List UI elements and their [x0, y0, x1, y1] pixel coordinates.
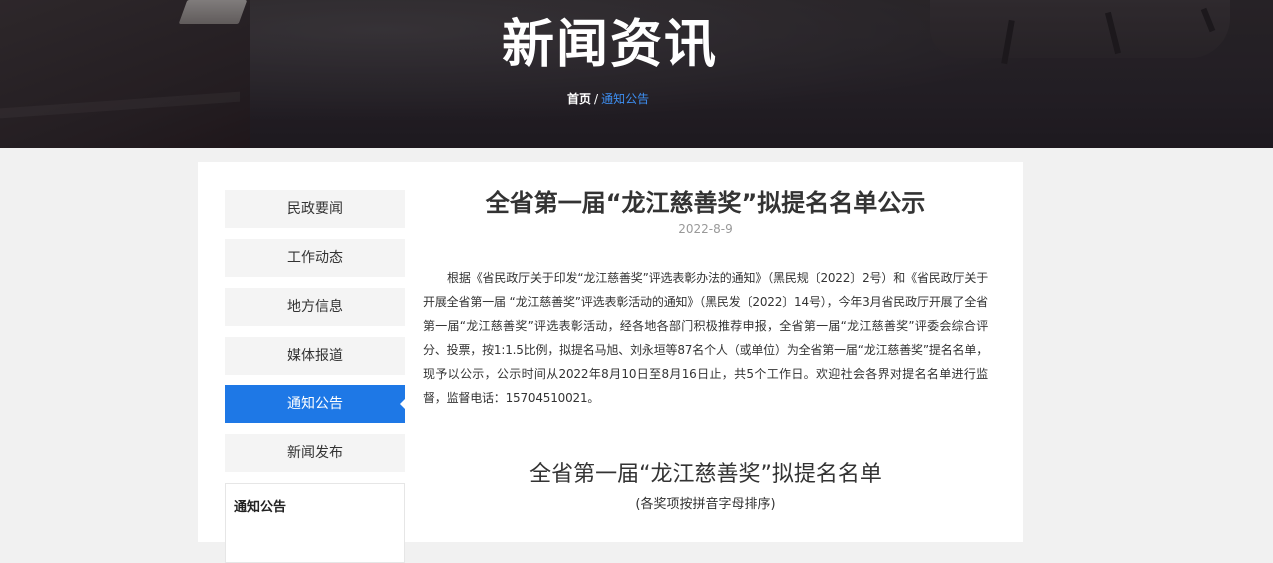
content-container: 民政要闻 工作动态 地方信息 媒体报道 通知公告 新闻发布 通知公告 全省第一届… — [198, 162, 1023, 563]
sidebar-box-title: 通知公告 — [234, 500, 287, 515]
article-date: 2022-8-9 — [678, 222, 733, 236]
breadcrumb-home-link[interactable]: 首页 — [567, 92, 591, 106]
nominee-list-note: (各奖项按拼音字母排序) — [635, 497, 776, 512]
breadcrumb: 首页 / 通知公告 — [567, 91, 649, 107]
sidebar-item-work-updates[interactable]: 工作动态 — [225, 239, 405, 277]
sidebar-notices-box: 通知公告 — [225, 483, 405, 563]
banner-title: 新闻资讯 — [501, 15, 718, 75]
sidebar-item-notices[interactable]: 通知公告 — [225, 385, 406, 423]
article-title: 全省第一届“龙江慈善奖”拟提名名单公示 — [485, 189, 926, 217]
article-body: 根据《省民政厅关于印发“龙江慈善奖”评选表彰办法的通知》（黑民规〔2022〕2号… — [423, 271, 988, 405]
sidebar-item-civil-affairs-news[interactable]: 民政要闻 — [225, 190, 405, 228]
breadcrumb-current-link[interactable]: 通知公告 — [601, 92, 649, 106]
sidebar-item-local-info[interactable]: 地方信息 — [225, 288, 405, 326]
sidebar-item-press-releases[interactable]: 新闻发布 — [225, 434, 405, 472]
breadcrumb-separator: / — [594, 92, 599, 106]
page-banner: 新闻资讯 首页 / 通知公告 — [0, 0, 1273, 148]
sidebar-item-media-reports[interactable]: 媒体报道 — [225, 337, 405, 375]
nominee-list-title: 全省第一届“龙江慈善奖”拟提名名单 — [529, 462, 882, 487]
